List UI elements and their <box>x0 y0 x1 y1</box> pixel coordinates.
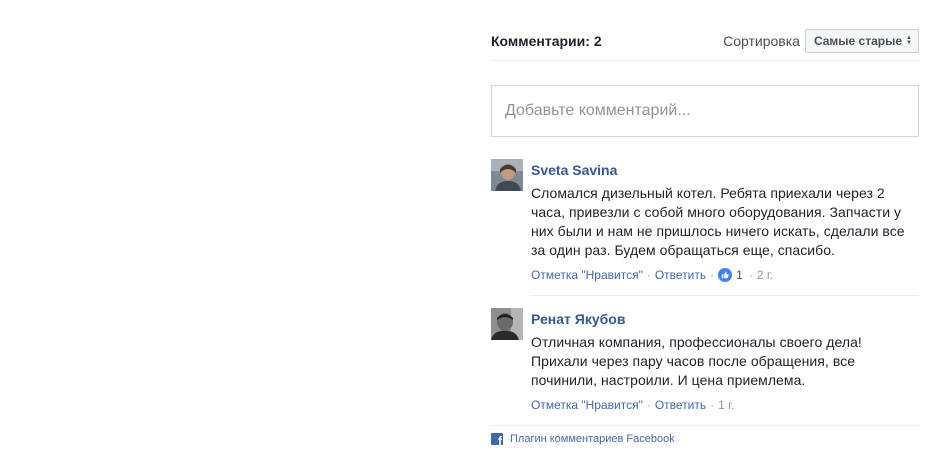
facebook-icon[interactable]: f <box>491 433 503 445</box>
comment-count: Комментарии: 2 <box>491 33 602 49</box>
reply-link[interactable]: Ответить <box>655 268 706 282</box>
sort-arrows-icon: ▲ ▼ <box>906 35 912 46</box>
comment-list: Sveta Savina Сломался дизельный котел. Р… <box>491 159 919 413</box>
avatar[interactable] <box>491 308 523 340</box>
sort-select[interactable]: Самые старые ▲ ▼ <box>804 29 919 53</box>
comments-plugin: Комментарии: 2 Сортировка Самые старые ▲… <box>491 29 919 445</box>
comment-item: Ренат Якубов Отличная компания, професси… <box>491 308 919 413</box>
sort-label: Сортировка <box>723 33 800 49</box>
sort-control: Сортировка Самые старые ▲ ▼ <box>723 29 919 53</box>
comment-item: Sveta Savina Сломался дизельный котел. Р… <box>491 159 919 283</box>
separator: · <box>646 268 651 282</box>
separator: · <box>748 268 753 282</box>
separator: · <box>710 268 715 282</box>
like-link[interactable]: Отметка "Нравится" <box>531 268 643 282</box>
like-icon[interactable] <box>718 268 733 282</box>
reply-link[interactable]: Ответить <box>655 398 706 412</box>
comment-time[interactable]: 2 г. <box>757 268 773 282</box>
facebook-plugin-link[interactable]: Плагин комментариев Facebook <box>510 433 675 445</box>
comment-text: Отличная компания, профессионалы своего … <box>531 334 862 388</box>
comment-input-box[interactable] <box>491 85 919 137</box>
separator: · <box>710 398 715 412</box>
avatar[interactable] <box>491 159 523 191</box>
sort-value: Самые старые <box>813 34 903 48</box>
comment-author[interactable]: Ренат Якубов <box>531 310 625 328</box>
comment-time[interactable]: 1 г. <box>718 398 734 412</box>
comment-author[interactable]: Sveta Savina <box>531 161 617 179</box>
comment-text: Сломался дизельный котел. Ребята приехал… <box>531 185 905 258</box>
like-link[interactable]: Отметка "Нравится" <box>531 398 643 412</box>
comment-input[interactable] <box>503 101 907 121</box>
separator: · <box>646 398 651 412</box>
comments-header: Комментарии: 2 Сортировка Самые старые ▲… <box>491 29 919 61</box>
comment-actions: Отметка "Нравится" · Ответить · 1 · 2 г. <box>531 267 919 283</box>
plugin-footer: f Плагин комментариев Facebook <box>491 425 919 445</box>
like-count[interactable]: 1 <box>736 268 743 282</box>
comment-actions: Отметка "Нравится" · Ответить · 1 г. <box>531 397 919 413</box>
comment-divider <box>531 295 919 296</box>
